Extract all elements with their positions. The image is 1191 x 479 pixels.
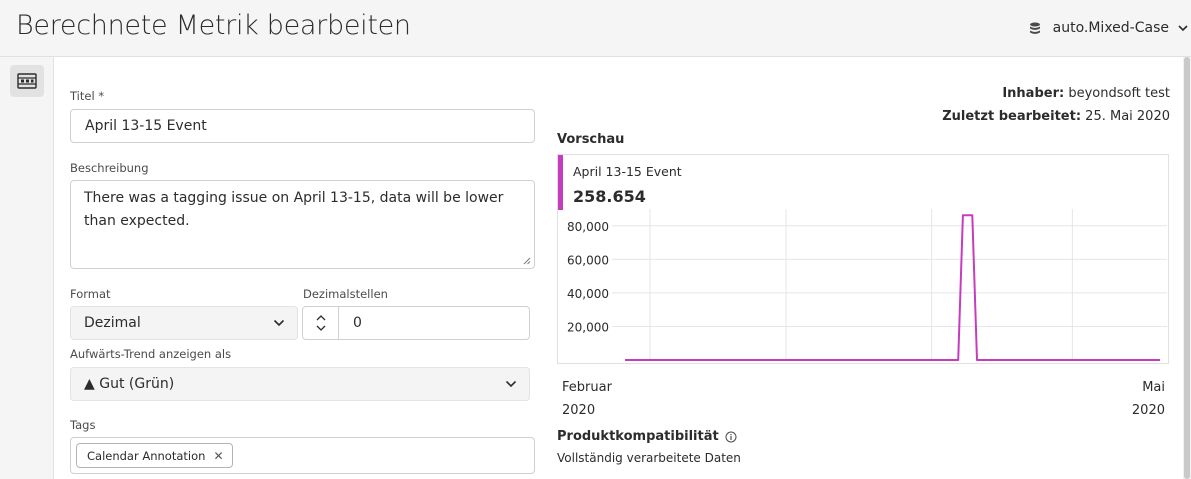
owner-value: beyondsoft test [1068,86,1170,101]
scrollbar[interactable] [1183,57,1191,479]
decimals-stepper[interactable]: 0 [302,306,530,340]
x-tick-start: Februar 2020 [562,376,612,422]
modified-label: Zuletzt bearbeitet: [942,109,1082,124]
compat-title: Produktkompatibilität [557,429,737,444]
modified-info: Zuletzt bearbeitet: 25. Mai 2020 [942,109,1170,124]
stepper-arrows[interactable] [303,307,339,339]
x-tick-month: Mai [1142,380,1165,395]
page-header: Berechnete Metrik bearbeiten auto.Mixed-… [0,0,1191,57]
x-tick-year: 2020 [562,403,596,418]
modified-value: 25. Mai 2020 [1085,109,1170,124]
tag-chip: Calendar Annotation ✕ [76,443,233,468]
required-mark: * [98,89,105,103]
info-icon[interactable] [725,431,737,443]
x-tick-year: 2020 [1131,403,1165,418]
x-tick-month: Februar [562,380,612,395]
trend-label: Aufwärts-Trend anzeigen als [70,347,232,361]
description-label: Beschreibung [70,161,149,175]
y-tick-label: 20,000 [567,320,609,334]
report-suite-selector[interactable]: auto.Mixed-Case [1029,20,1189,36]
y-tick-label: 80,000 [567,220,609,234]
compat-text: Vollständig verarbeitete Daten [557,451,741,465]
tags-label: Tags [70,418,96,432]
x-tick-end: Mai 2020 [1128,376,1165,422]
trend-select[interactable]: ▲ Gut (Grün) [70,367,530,401]
builder-icon [17,73,37,89]
owner-info: Inhaber: beyondsoft test [1002,86,1170,101]
chevron-down-icon [505,380,517,388]
description-text: There was a tagging issue on April 13-15… [84,190,504,229]
decimals-value[interactable]: 0 [339,315,362,331]
compat-title-text: Produktkompatibilität [557,429,719,444]
title-label: Titel * [70,89,104,103]
owner-label: Inhaber: [1002,86,1065,101]
components-panel-button[interactable] [10,65,44,97]
decimals-label: Dezimalstellen [303,287,388,301]
description-textarea[interactable]: There was a tagging issue on April 13-15… [70,180,535,269]
page-title: Berechnete Metrik bearbeiten [16,10,411,41]
title-input[interactable]: April 13-15 Event [70,109,535,143]
chevron-down-icon [1178,25,1188,32]
series-line [625,214,1160,361]
remove-tag-icon[interactable]: ✕ [213,449,223,463]
chevron-down-icon [273,319,285,327]
left-rail [0,57,54,479]
preview-chart: 20,000 40,000 60,000 80,000 [567,209,1167,361]
title-label-text: Titel [70,89,95,103]
tags-input[interactable]: Calendar Annotation ✕ [70,437,535,474]
y-tick-label: 40,000 [567,287,609,301]
format-value: Dezimal [84,315,141,331]
tag-label: Calendar Annotation [87,448,206,463]
database-icon [1029,22,1040,34]
resize-grip-icon[interactable] [523,257,531,265]
format-label: Format [70,287,111,301]
trend-value: ▲ Gut (Grün) [84,376,175,392]
up-down-icon [316,315,325,331]
scrollbar-thumb[interactable] [1184,57,1190,479]
y-tick-label: 60,000 [567,253,609,267]
preview-label: Vorschau [557,132,625,147]
format-select[interactable]: Dezimal [70,306,298,340]
report-suite-name: auto.Mixed-Case [1052,20,1169,36]
